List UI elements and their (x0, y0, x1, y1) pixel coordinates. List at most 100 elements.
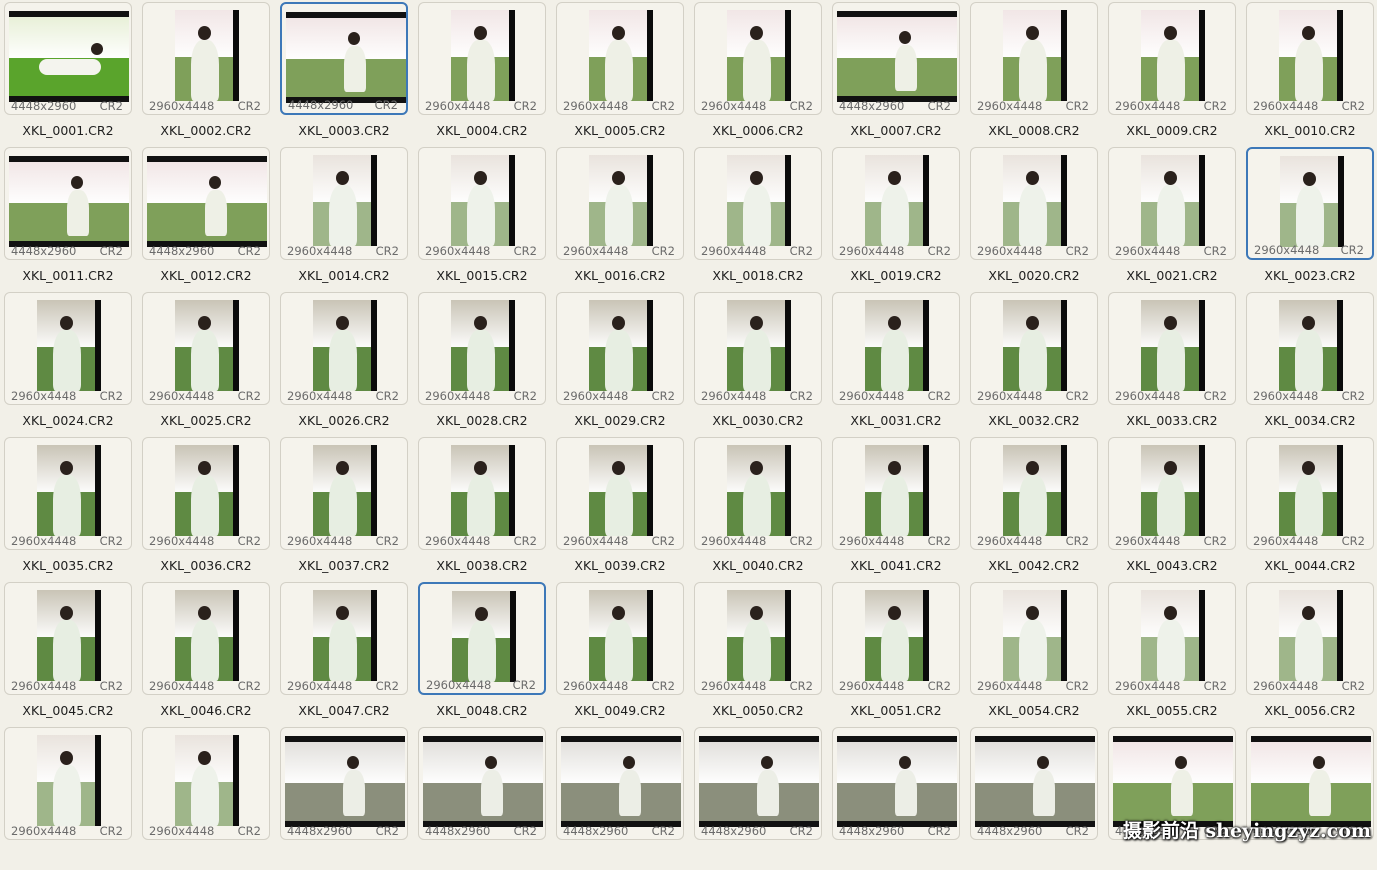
thumbnail-item[interactable]: 2960x4448 CR2 XKL_0044.CR2 (1242, 435, 1374, 580)
thumbnail-card[interactable]: 4448x2960 CR2 (280, 727, 408, 840)
thumbnail-card[interactable]: 2960x4448 CR2 (280, 582, 408, 695)
thumbnail-card[interactable]: 2960x4448 CR2 (1108, 147, 1236, 260)
thumbnail-item[interactable]: 2960x4448 CR2 XKL_0023.CR2 (1242, 145, 1374, 290)
thumbnail-item[interactable]: 2960x4448 CR2 XKL_0037.CR2 (276, 435, 408, 580)
thumbnail-card[interactable]: 2960x4448 CR2 (4, 727, 132, 840)
file-name[interactable]: XKL_0039.CR2 (552, 558, 688, 573)
thumbnail-item[interactable]: 2960x4448 CR2 XKL_0051.CR2 (828, 580, 960, 725)
thumbnail-item[interactable]: 2960x4448 CR2 XKL_0049.CR2 (552, 580, 684, 725)
file-name[interactable]: XKL_0040.CR2 (690, 558, 826, 573)
file-name[interactable]: XKL_0036.CR2 (138, 558, 274, 573)
file-name[interactable]: XKL_0008.CR2 (966, 123, 1102, 138)
thumbnail-item[interactable]: 2960x4448 CR2 XKL_0036.CR2 (138, 435, 270, 580)
thumbnail-card[interactable]: 2960x4448 CR2 (1108, 2, 1236, 115)
file-name[interactable]: XKL_0016.CR2 (552, 268, 688, 283)
thumbnail-item[interactable]: 4448x2960 CR2 XKL_0001.CR2 (0, 0, 132, 145)
file-name[interactable]: XKL_0003.CR2 (276, 123, 412, 138)
thumbnail-item[interactable]: 2960x4448 CR2 XKL_0031.CR2 (828, 290, 960, 435)
thumbnail-item[interactable]: 2960x4448 CR2 XKL_0025.CR2 (138, 290, 270, 435)
file-name[interactable]: XKL_0029.CR2 (552, 413, 688, 428)
thumbnail-card[interactable]: 2960x4448 CR2 (832, 147, 960, 260)
file-name[interactable]: XKL_0035.CR2 (0, 558, 136, 573)
thumbnail-item[interactable]: 2960x4448 CR2 XKL_0006.CR2 (690, 0, 822, 145)
thumbnail-card[interactable]: 4448x2960 CR2 (4, 2, 132, 115)
thumbnail-card[interactable]: 4448x2960 CR2 (832, 727, 960, 840)
thumbnail-card[interactable]: 2960x4448 CR2 (970, 437, 1098, 550)
thumbnail-card[interactable]: 2960x4448 CR2 (142, 727, 270, 840)
file-name[interactable]: XKL_0024.CR2 (0, 413, 136, 428)
thumbnail-item[interactable]: 2960x4448 CR2 XKL_0041.CR2 (828, 435, 960, 580)
thumbnail-item[interactable]: 4448x2960 CR2 (552, 725, 684, 870)
thumbnail-item[interactable]: 4448x2960 CR2 XKL_0011.CR2 (0, 145, 132, 290)
file-name[interactable]: XKL_0025.CR2 (138, 413, 274, 428)
thumbnail-item[interactable]: 2960x4448 CR2 XKL_0048.CR2 (414, 580, 546, 725)
thumbnail-card[interactable]: 4448x2960 CR2 (418, 727, 546, 840)
file-name[interactable]: XKL_0011.CR2 (0, 268, 136, 283)
thumbnail-item[interactable]: 2960x4448 CR2 XKL_0029.CR2 (552, 290, 684, 435)
file-name[interactable]: XKL_0043.CR2 (1104, 558, 1240, 573)
file-name[interactable]: XKL_0021.CR2 (1104, 268, 1240, 283)
thumbnail-item[interactable]: 2960x4448 CR2 XKL_0021.CR2 (1104, 145, 1236, 290)
thumbnail-item[interactable]: 4448x2960 CR2 (966, 725, 1098, 870)
file-name[interactable]: XKL_0015.CR2 (414, 268, 550, 283)
thumbnail-item[interactable]: 2960x4448 CR2 XKL_0024.CR2 (0, 290, 132, 435)
thumbnail-item[interactable]: 4448x2960 CR2 XKL_0012.CR2 (138, 145, 270, 290)
thumbnail-card[interactable]: 2960x4448 CR2 (4, 582, 132, 695)
file-name[interactable]: XKL_0012.CR2 (138, 268, 274, 283)
thumbnail-item[interactable]: 2960x4448 CR2 XKL_0030.CR2 (690, 290, 822, 435)
thumbnail-item[interactable]: 4448x2960 CR2 (276, 725, 408, 870)
thumbnail-item[interactable]: 4448x2960 CR2 (414, 725, 546, 870)
thumbnail-item[interactable]: 2960x4448 CR2 XKL_0019.CR2 (828, 145, 960, 290)
file-name[interactable]: XKL_0010.CR2 (1242, 123, 1377, 138)
thumbnail-item[interactable]: 2960x4448 CR2 XKL_0035.CR2 (0, 435, 132, 580)
file-name[interactable]: XKL_0037.CR2 (276, 558, 412, 573)
thumbnail-card[interactable]: 2960x4448 CR2 (280, 147, 408, 260)
file-name[interactable]: XKL_0014.CR2 (276, 268, 412, 283)
file-name[interactable]: XKL_0038.CR2 (414, 558, 550, 573)
thumbnail-card[interactable]: 2960x4448 CR2 (1246, 2, 1374, 115)
file-name[interactable]: XKL_0007.CR2 (828, 123, 964, 138)
thumbnail-item[interactable]: 2960x4448 CR2 XKL_0009.CR2 (1104, 0, 1236, 145)
thumbnail-item[interactable]: 2960x4448 CR2 XKL_0002.CR2 (138, 0, 270, 145)
file-name[interactable]: XKL_0006.CR2 (690, 123, 826, 138)
file-name[interactable]: XKL_0056.CR2 (1242, 703, 1377, 718)
thumbnail-card[interactable]: 2960x4448 CR2 (1108, 292, 1236, 405)
file-name[interactable]: XKL_0042.CR2 (966, 558, 1102, 573)
thumbnail-item[interactable]: 2960x4448 CR2 XKL_0042.CR2 (966, 435, 1098, 580)
thumbnail-card[interactable]: 2960x4448 CR2 (556, 582, 684, 695)
thumbnail-card[interactable]: 2960x4448 CR2 (694, 2, 822, 115)
thumbnail-item[interactable]: 4448x2960 CR2 (1242, 725, 1374, 870)
thumbnail-card[interactable]: 2960x4448 CR2 (1246, 292, 1374, 405)
thumbnail-item[interactable]: 2960x4448 CR2 XKL_0028.CR2 (414, 290, 546, 435)
file-name[interactable]: XKL_0045.CR2 (0, 703, 136, 718)
thumbnail-card[interactable]: 2960x4448 CR2 (556, 437, 684, 550)
file-name[interactable]: XKL_0034.CR2 (1242, 413, 1377, 428)
thumbnail-card[interactable]: 2960x4448 CR2 (4, 292, 132, 405)
file-name[interactable]: XKL_0018.CR2 (690, 268, 826, 283)
thumbnail-item[interactable]: 2960x4448 CR2 XKL_0050.CR2 (690, 580, 822, 725)
file-name[interactable]: XKL_0031.CR2 (828, 413, 964, 428)
thumbnail-card[interactable]: 4448x2960 CR2 (4, 147, 132, 260)
file-name[interactable]: XKL_0019.CR2 (828, 268, 964, 283)
thumbnail-card[interactable]: 2960x4448 CR2 (1246, 147, 1374, 260)
thumbnail-item[interactable]: 2960x4448 CR2 XKL_0010.CR2 (1242, 0, 1374, 145)
thumbnail-card[interactable]: 2960x4448 CR2 (142, 582, 270, 695)
thumbnail-item[interactable]: 2960x4448 CR2 XKL_0004.CR2 (414, 0, 546, 145)
file-name[interactable]: XKL_0046.CR2 (138, 703, 274, 718)
thumbnail-card[interactable]: 4448x2960 CR2 (142, 147, 270, 260)
thumbnail-card[interactable]: 2960x4448 CR2 (694, 147, 822, 260)
thumbnail-card[interactable]: 2960x4448 CR2 (418, 2, 546, 115)
thumbnail-card[interactable]: 2960x4448 CR2 (556, 292, 684, 405)
file-name[interactable]: XKL_0033.CR2 (1104, 413, 1240, 428)
file-name[interactable]: XKL_0050.CR2 (690, 703, 826, 718)
thumbnail-card[interactable]: 2960x4448 CR2 (1246, 437, 1374, 550)
thumbnail-card[interactable]: 2960x4448 CR2 (970, 292, 1098, 405)
file-name[interactable]: XKL_0049.CR2 (552, 703, 688, 718)
thumbnail-card[interactable]: 2960x4448 CR2 (142, 437, 270, 550)
file-name[interactable]: XKL_0032.CR2 (966, 413, 1102, 428)
thumbnail-item[interactable]: 2960x4448 CR2 XKL_0033.CR2 (1104, 290, 1236, 435)
file-name[interactable]: XKL_0047.CR2 (276, 703, 412, 718)
file-name[interactable]: XKL_0054.CR2 (966, 703, 1102, 718)
thumbnail-card[interactable]: 4448x2960 CR2 (556, 727, 684, 840)
thumbnail-card[interactable]: 2960x4448 CR2 (556, 147, 684, 260)
